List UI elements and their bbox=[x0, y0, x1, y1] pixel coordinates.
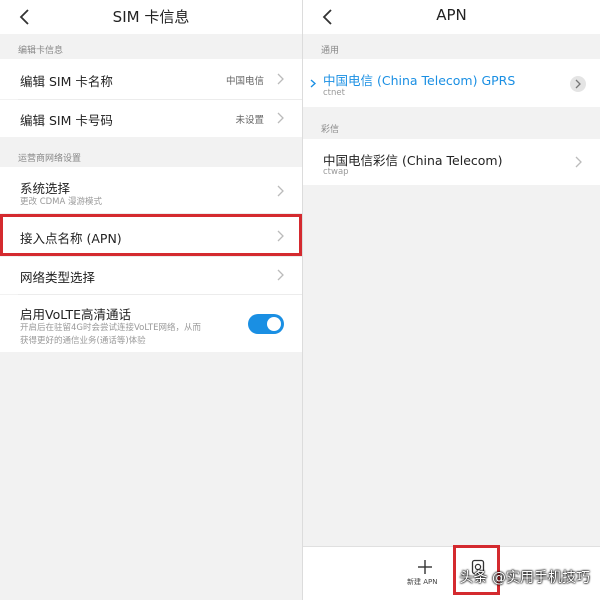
chevron-right-icon bbox=[575, 79, 581, 89]
row-label: 编辑 SIM 卡号码 bbox=[20, 113, 113, 128]
edit-sim-name-row[interactable]: 编辑 SIM 卡名称 中国电信 bbox=[0, 59, 302, 99]
chevron-right-icon bbox=[277, 73, 284, 85]
page-title: APN bbox=[436, 6, 467, 24]
apn-item-mms[interactable]: 中国电信彩信 (China Telecom) ctwap bbox=[303, 139, 600, 185]
plus-icon[interactable] bbox=[417, 559, 433, 575]
row-sublabel: 获得更好的通信业务(通话等)体验 bbox=[20, 336, 146, 346]
apn-value: ctnet bbox=[323, 88, 345, 98]
section-label-mms: 彩信 bbox=[321, 125, 340, 135]
page-title: SIM 卡信息 bbox=[112, 8, 190, 26]
system-select-row[interactable]: 系统选择 更改 CDMA 漫游模式 bbox=[0, 167, 302, 213]
selected-chevron-icon bbox=[310, 79, 316, 88]
top-bar: APN bbox=[303, 0, 600, 34]
row-value: 中国电信 bbox=[225, 76, 264, 87]
apn-detail-button[interactable] bbox=[570, 76, 586, 92]
chevron-right-icon bbox=[277, 269, 284, 281]
network-type-row[interactable]: 网络类型选择 bbox=[0, 257, 302, 294]
apn-name: 中国电信 (China Telecom) GPRS bbox=[323, 73, 516, 88]
row-label: 网络类型选择 bbox=[20, 270, 96, 285]
toggle-knob bbox=[267, 317, 281, 331]
apn-value: ctwap bbox=[323, 167, 349, 177]
chevron-right-icon bbox=[575, 156, 582, 168]
watermark: 头条 @实用手机技巧 bbox=[459, 570, 590, 586]
volte-toggle[interactable] bbox=[248, 314, 284, 334]
section-label-edit-card: 编辑卡信息 bbox=[18, 46, 64, 56]
apn-row-highlight bbox=[0, 214, 302, 256]
apn-name: 中国电信彩信 (China Telecom) bbox=[323, 153, 503, 168]
apn-item-gprs[interactable]: 中国电信 (China Telecom) GPRS ctnet bbox=[303, 59, 600, 107]
new-apn-label[interactable]: 新建 APN bbox=[407, 577, 437, 587]
chevron-right-icon bbox=[277, 112, 284, 124]
row-label: 编辑 SIM 卡名称 bbox=[20, 74, 113, 89]
section-label-carrier-network: 运营商网络设置 bbox=[18, 154, 82, 164]
edit-sim-number-row[interactable]: 编辑 SIM 卡号码 未设置 bbox=[0, 100, 302, 137]
top-bar: SIM 卡信息 bbox=[0, 0, 302, 34]
row-value: 未设置 bbox=[235, 115, 264, 126]
row-sublabel: 开启后在驻留4G时会尝试连接VoLTE网络，从而 bbox=[20, 323, 201, 333]
volte-row[interactable]: 启用VoLTE高清通话 开启后在驻留4G时会尝试连接VoLTE网络，从而 获得更… bbox=[0, 295, 302, 352]
section-label-general: 通用 bbox=[321, 46, 340, 56]
apn-screen: APN 通用 中国电信 (China Telecom) GPRS ctnet 彩… bbox=[303, 0, 600, 600]
sim-card-info-screen: SIM 卡信息 编辑卡信息 编辑 SIM 卡名称 中国电信 编辑 SIM 卡号码… bbox=[0, 0, 302, 600]
chevron-right-icon bbox=[277, 185, 284, 197]
row-sublabel: 更改 CDMA 漫游模式 bbox=[20, 197, 103, 207]
